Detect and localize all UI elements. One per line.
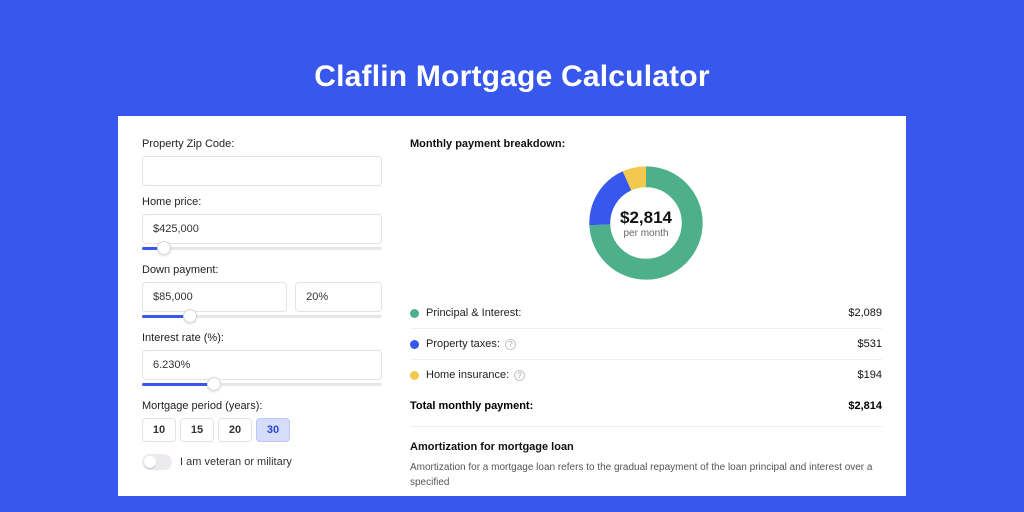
donut-sub: per month [623,228,668,239]
home-price-input[interactable] [142,214,382,244]
breakdown-item-value: $194 [858,369,882,381]
zip-field: Property Zip Code: [142,138,382,186]
down-payment-label: Down payment: [142,264,382,276]
amortization-title: Amortization for mortgage loan [410,441,882,453]
breakdown-column: Monthly payment breakdown: $2,814 per mo… [410,138,882,496]
total-value: $2,814 [848,400,882,412]
period-button-15[interactable]: 15 [180,418,214,442]
down-payment-percent-input[interactable] [295,282,382,312]
breakdown-item-label: Home insurance: [426,369,509,381]
period-field: Mortgage period (years): 10152030 [142,400,382,442]
home-price-field: Home price: [142,196,382,254]
breakdown-item-value: $531 [858,338,882,350]
down-payment-field: Down payment: [142,264,382,322]
donut-chart: $2,814 per month [585,162,707,284]
form-column: Property Zip Code: Home price: Down paym… [142,138,382,496]
veteran-row: I am veteran or military [142,454,382,470]
total-label: Total monthly payment: [410,400,533,412]
home-price-label: Home price: [142,196,382,208]
donut-container: $2,814 per month [410,156,882,298]
info-icon[interactable]: ? [514,370,525,381]
zip-input[interactable] [142,156,382,186]
period-button-10[interactable]: 10 [142,418,176,442]
breakdown-item-label: Principal & Interest: [426,307,521,319]
slider-thumb[interactable] [157,241,171,255]
down-payment-amount-input[interactable] [142,282,287,312]
zip-label: Property Zip Code: [142,138,382,150]
legend-dot [410,340,419,349]
interest-field: Interest rate (%): [142,332,382,390]
info-icon[interactable]: ? [505,339,516,350]
home-price-slider[interactable] [142,242,382,254]
donut-amount: $2,814 [620,208,672,228]
veteran-toggle[interactable] [142,454,172,470]
donut-center: $2,814 per month [585,162,707,284]
amortization-text: Amortization for a mortgage loan refers … [410,461,882,490]
breakdown-line: Principal & Interest: $2,089 [410,298,882,329]
interest-input[interactable] [142,350,382,380]
interest-label: Interest rate (%): [142,332,382,344]
calculator-card: Property Zip Code: Home price: Down paym… [118,116,906,496]
amortization-section: Amortization for mortgage loan Amortizat… [410,426,882,490]
breakdown-title: Monthly payment breakdown: [410,138,882,150]
period-button-30[interactable]: 30 [256,418,290,442]
legend-dot [410,309,419,318]
breakdown-item-label: Property taxes: [426,338,500,350]
down-payment-slider[interactable] [142,310,382,322]
breakdown-lines: Principal & Interest: $2,089 Property taxe… [410,298,882,390]
slider-thumb[interactable] [183,309,197,323]
total-row: Total monthly payment: $2,814 [410,390,882,426]
interest-slider[interactable] [142,378,382,390]
breakdown-line: Home insurance:? $194 [410,360,882,390]
breakdown-item-value: $2,089 [848,307,882,319]
slider-thumb[interactable] [207,377,221,391]
veteran-label: I am veteran or military [180,456,292,468]
period-button-20[interactable]: 20 [218,418,252,442]
period-button-row: 10152030 [142,418,382,442]
page-root: Claflin Mortgage Calculator Property Zip… [0,0,1024,512]
legend-dot [410,371,419,380]
breakdown-line: Property taxes:? $531 [410,329,882,360]
page-title: Claflin Mortgage Calculator [0,0,1024,116]
period-label: Mortgage period (years): [142,400,382,412]
